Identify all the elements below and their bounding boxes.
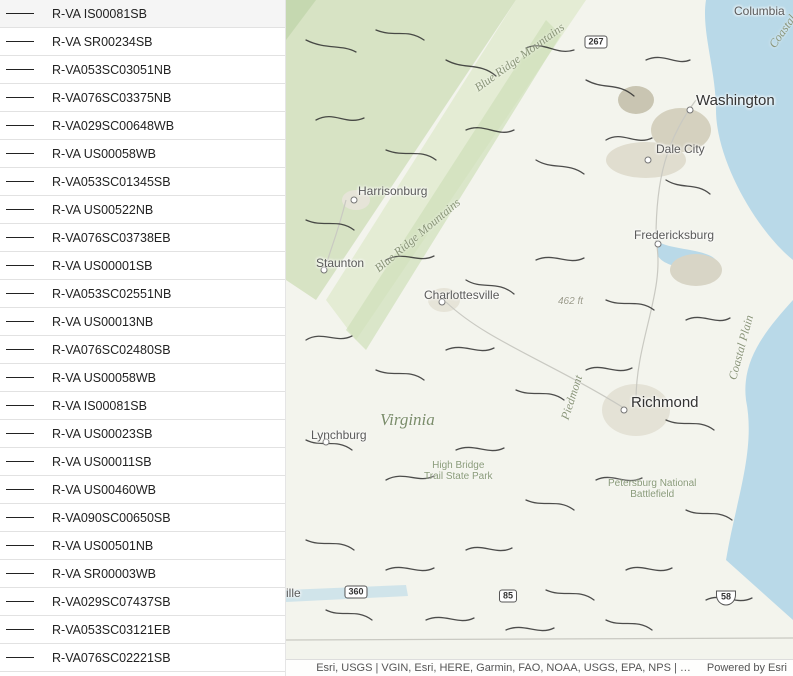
list-item-label: R-VA090SC00650SB: [52, 511, 277, 525]
polyline-swatch-icon: [6, 41, 34, 42]
map-attribution: Esri, USGS | VGIN, Esri, HERE, Garmin, F…: [286, 659, 793, 676]
list-item-label: R-VA IS00081SB: [52, 399, 277, 413]
list-item[interactable]: R-VA US00460WB: [0, 476, 285, 504]
app-root: R-VA IS00081SB R-VA SR00234SB R-VA053SC030…: [0, 0, 793, 676]
list-item[interactable]: R-VA SR00234SB: [0, 28, 285, 56]
list-item[interactable]: R-VA029SC07437SB: [0, 588, 285, 616]
list-item[interactable]: R-VA053SC02551NB: [0, 280, 285, 308]
list-item[interactable]: R-VA US00013NB: [0, 308, 285, 336]
polyline-swatch-icon: [6, 321, 34, 322]
map-pane[interactable]: ColumbiaWashingtonDale CityHarrisonburgF…: [286, 0, 793, 676]
polyline-swatch-icon: [6, 97, 34, 98]
list-item[interactable]: R-VA053SC01345SB: [0, 168, 285, 196]
list-item[interactable]: R-VA076SC02480SB: [0, 336, 285, 364]
list-item[interactable]: R-VA US00001SB: [0, 252, 285, 280]
list-item-label: R-VA SR00234SB: [52, 35, 277, 49]
list-item[interactable]: R-VA US00501NB: [0, 532, 285, 560]
list-item-label: R-VA US00460WB: [52, 483, 277, 497]
list-item-label: R-VA US00013NB: [52, 315, 277, 329]
list-item[interactable]: R-VA SR00003WB: [0, 560, 285, 588]
list-item[interactable]: R-VA US00023SB: [0, 420, 285, 448]
list-item-label: R-VA029SC00648WB: [52, 119, 277, 133]
list-item-label: R-VA US00501NB: [52, 539, 277, 553]
list-item[interactable]: R-VA US00058WB: [0, 364, 285, 392]
polyline-swatch-icon: [6, 517, 34, 518]
polyline-swatch-icon: [6, 13, 34, 14]
polyline-swatch-icon: [6, 377, 34, 378]
list-item-label: R-VA076SC03375NB: [52, 91, 277, 105]
list-item-label: R-VA US00058WB: [52, 147, 277, 161]
list-item[interactable]: R-VA US00011SB: [0, 448, 285, 476]
polyline-swatch-icon: [6, 433, 34, 434]
list-item-label: R-VA US00522NB: [52, 203, 277, 217]
polyline-swatch-icon: [6, 125, 34, 126]
polyline-swatch-icon: [6, 545, 34, 546]
list-item[interactable]: R-VA029SC00648WB: [0, 112, 285, 140]
list-item-label: R-VA053SC03051NB: [52, 63, 277, 77]
list-item[interactable]: R-VA053SC03121EB: [0, 616, 285, 644]
polyline-swatch-icon: [6, 601, 34, 602]
list-item-label: R-VA IS00081SB: [52, 7, 277, 21]
attribution-powered: Powered by Esri: [707, 662, 787, 674]
list-item[interactable]: R-VA076SC03375NB: [0, 84, 285, 112]
list-item[interactable]: R-VA090SC00650SB: [0, 504, 285, 532]
list-item-label: R-VA US00023SB: [52, 427, 277, 441]
polyline-swatch-icon: [6, 293, 34, 294]
polyline-swatch-icon: [6, 265, 34, 266]
polyline-swatch-icon: [6, 181, 34, 182]
list-item[interactable]: R-VA US00058WB: [0, 140, 285, 168]
polyline-swatch-icon: [6, 489, 34, 490]
list-item[interactable]: R-VA US00522NB: [0, 196, 285, 224]
list-item[interactable]: R-VA IS00081SB: [0, 0, 285, 28]
list-item[interactable]: R-VA IS00081SB: [0, 392, 285, 420]
route-list-sidebar[interactable]: R-VA IS00081SB R-VA SR00234SB R-VA053SC030…: [0, 0, 286, 676]
polyline-swatch-icon: [6, 629, 34, 630]
polyline-swatch-icon: [6, 349, 34, 350]
list-item-label: R-VA029SC07437SB: [52, 595, 277, 609]
list-item-label: R-VA US00058WB: [52, 371, 277, 385]
polyline-swatch-icon: [6, 237, 34, 238]
list-item[interactable]: R-VA053SC03051NB: [0, 56, 285, 84]
basemap: [286, 0, 793, 676]
list-item-label: R-VA076SC02221SB: [52, 651, 277, 665]
polyline-swatch-icon: [6, 573, 34, 574]
list-item-label: R-VA053SC01345SB: [52, 175, 277, 189]
polyline-swatch-icon: [6, 153, 34, 154]
list-item-label: R-VA053SC03121EB: [52, 623, 277, 637]
list-item-label: R-VA US00011SB: [52, 455, 277, 469]
polyline-swatch-icon: [6, 405, 34, 406]
polyline-swatch-icon: [6, 69, 34, 70]
attribution-sources: Esri, USGS | VGIN, Esri, HERE, Garmin, F…: [316, 662, 691, 674]
polyline-swatch-icon: [6, 657, 34, 658]
polyline-swatch-icon: [6, 209, 34, 210]
list-item[interactable]: R-VA076SC02221SB: [0, 644, 285, 672]
list-item-label: R-VA053SC02551NB: [52, 287, 277, 301]
list-item[interactable]: R-VA076SC03738EB: [0, 224, 285, 252]
list-item-label: R-VA SR00003WB: [52, 567, 277, 581]
polyline-swatch-icon: [6, 461, 34, 462]
list-item-label: R-VA076SC02480SB: [52, 343, 277, 357]
list-item-label: R-VA US00001SB: [52, 259, 277, 273]
list-item-label: R-VA076SC03738EB: [52, 231, 277, 245]
